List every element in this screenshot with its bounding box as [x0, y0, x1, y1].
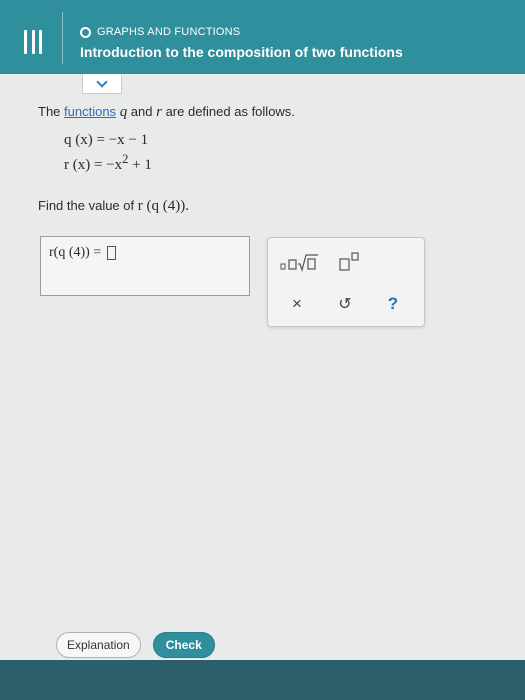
progress-circle-icon: [80, 26, 91, 38]
clear-button[interactable]: ×: [284, 290, 310, 318]
menu-icon[interactable]: [24, 30, 42, 54]
exponent-icon: [339, 252, 359, 271]
nth-root-icon: [280, 254, 318, 273]
answer-input[interactable]: r(q (4)) =: [40, 236, 250, 296]
undo-button[interactable]: ↺: [332, 290, 358, 318]
header-divider: [62, 12, 63, 64]
formula-r: r (x) = −x2 + 1: [64, 152, 152, 174]
prompt-text: Find the value of: [38, 198, 138, 213]
topic-row: GRAPHS AND FUNCTIONS: [80, 26, 240, 38]
answer-slot[interactable]: [107, 246, 117, 260]
topic-label: GRAPHS AND FUNCTIONS: [97, 26, 241, 38]
answer-expression: r(q (4)) =: [49, 245, 117, 261]
chevron-down-icon: [96, 75, 108, 88]
bottom-strip: [0, 660, 525, 700]
answer-lhs: r(q (4)) =: [49, 245, 102, 260]
problem-area: The functions q and r are defined as fol…: [0, 94, 525, 654]
intro-prefix: The: [38, 104, 65, 119]
formula-r-lhs: r (x) = −x: [64, 157, 123, 173]
explanation-button[interactable]: Explanation: [56, 632, 141, 658]
intro-mid: and: [127, 104, 157, 119]
exponent-button[interactable]: [338, 252, 368, 274]
problem-intro: The functions q and r are defined as fol…: [38, 104, 295, 121]
footer-buttons: Explanation Check: [56, 632, 215, 658]
top-bar: GRAPHS AND FUNCTIONS Introduction to the…: [0, 0, 525, 74]
math-keypad: × ↺ ?: [267, 237, 425, 327]
lesson-title: Introduction to the composition of two f…: [80, 44, 403, 60]
prompt-expression: r (q (4)).: [137, 198, 189, 214]
collapse-toggle[interactable]: [82, 74, 122, 94]
formula-q: q (x) = −x − 1: [64, 132, 149, 148]
nth-root-button[interactable]: [280, 252, 320, 274]
intro-suffix: are defined as follows.: [161, 104, 295, 119]
problem-prompt: Find the value of r (q (4)).: [38, 198, 189, 215]
check-button[interactable]: Check: [152, 632, 215, 658]
help-button[interactable]: ?: [380, 290, 406, 318]
functions-link[interactable]: functions: [64, 104, 116, 119]
formula-r-rhs: + 1: [128, 157, 152, 173]
